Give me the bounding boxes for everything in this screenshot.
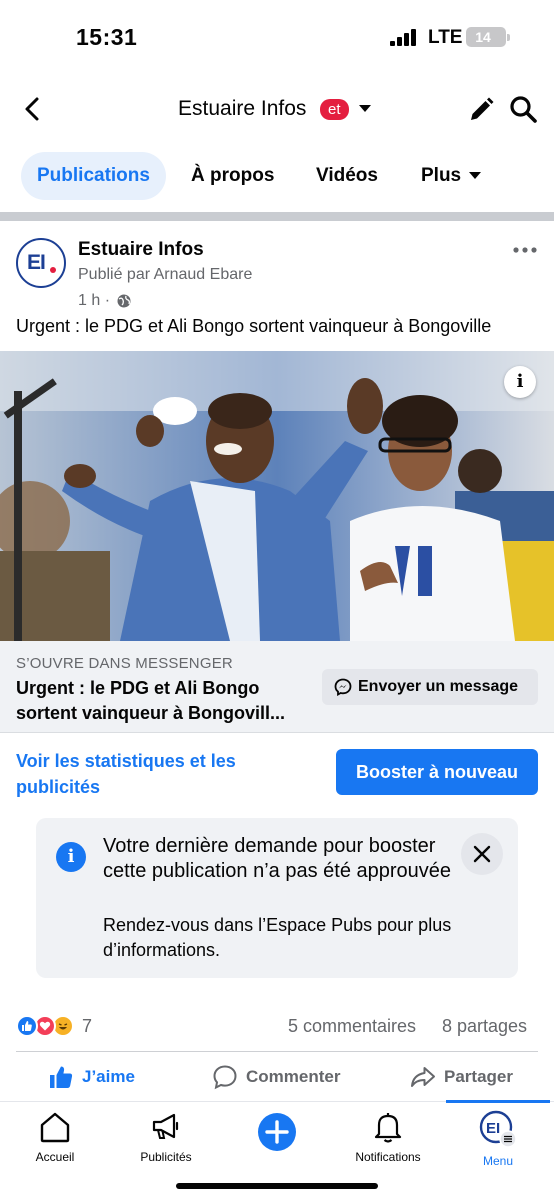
tab-publications[interactable]: Publications: [21, 152, 166, 200]
share-arrow-icon: [411, 1067, 435, 1087]
nav-notifications[interactable]: Notifications: [333, 1110, 443, 1164]
nav-menu[interactable]: EI Menu: [443, 1110, 553, 1168]
reaction-count[interactable]: 7: [82, 1016, 92, 1037]
pencil-icon[interactable]: [466, 95, 496, 125]
globe-icon: [117, 294, 131, 308]
avatar[interactable]: EI: [16, 238, 66, 288]
close-icon[interactable]: [461, 833, 503, 875]
share-label: Partager: [444, 1067, 513, 1086]
link-source: S’OUVRE DANS MESSENGER: [16, 655, 233, 672]
battery-level: 14: [475, 29, 491, 45]
post-image[interactable]: [0, 351, 554, 641]
share-button[interactable]: Partager: [410, 1062, 513, 1092]
page-header: Estuaire Infos et: [0, 80, 554, 140]
section-divider: [0, 212, 554, 221]
boost-again-button[interactable]: Booster à nouveau: [336, 749, 538, 795]
notice-title: Votre dernière demande pour booster cett…: [103, 835, 452, 882]
link-title: Urgent : le PDG et Ali Bongo sortent vai…: [16, 678, 286, 723]
nav-notifications-label: Notifications: [355, 1150, 421, 1164]
status-bar: 15:31 LTE 14: [0, 0, 554, 76]
messenger-icon: [334, 678, 352, 696]
tab-more[interactable]: Plus: [421, 152, 482, 200]
tab-more-label: Plus: [421, 165, 462, 186]
notice-body[interactable]: Rendez-vous dans l’Espace Pubs pour plus…: [103, 913, 463, 963]
profile-menu-icon: EI: [479, 1110, 517, 1148]
link-card[interactable]: S’OUVRE DANS MESSENGER Urgent : le PDG e…: [0, 641, 554, 733]
chevron-down-icon[interactable]: [359, 105, 371, 112]
signal-icon: [390, 28, 420, 46]
home-icon: [40, 1112, 70, 1143]
comment-button[interactable]: Commenter: [212, 1062, 340, 1092]
tab-videos[interactable]: Vidéos: [316, 152, 378, 200]
nav-create[interactable]: [222, 1110, 332, 1152]
comment-icon: [213, 1065, 237, 1090]
network-type: LTE: [428, 27, 463, 48]
actions-divider: [16, 1051, 538, 1052]
create-plus-icon: [258, 1113, 296, 1151]
nav-ads-label: Publicités: [140, 1150, 192, 1164]
post-published-by: Publié par Arnaud Ebare: [78, 266, 253, 283]
like-reaction-icon: [16, 1015, 38, 1037]
megaphone-icon: [152, 1113, 179, 1139]
info-icon: i: [56, 842, 86, 872]
page-title[interactable]: Estuaire Infos: [178, 97, 306, 121]
nav-ads[interactable]: Publicités: [111, 1110, 221, 1164]
avatar-letters: EI: [27, 251, 46, 274]
bell-icon: [374, 1113, 402, 1143]
like-label: J’aime: [82, 1067, 135, 1086]
nav-menu-label: Menu: [482, 1154, 514, 1168]
page-tabs: Publications À propos Vidéos Plus: [0, 152, 554, 202]
battery-icon: 14: [466, 27, 510, 47]
status-time: 15:31: [76, 24, 138, 50]
tab-about[interactable]: À propos: [191, 152, 274, 200]
search-icon[interactable]: [508, 94, 538, 124]
shares-count[interactable]: 8 partages: [442, 1016, 527, 1037]
like-button[interactable]: J’aime: [48, 1062, 135, 1092]
nav-active-indicator: [446, 1100, 550, 1103]
svg-text:EI: EI: [486, 1120, 500, 1137]
more-options-icon[interactable]: [512, 244, 538, 256]
stats-link[interactable]: Voir les statistiques et les publicités: [16, 748, 286, 800]
avatar-dot: [50, 267, 56, 273]
post-author[interactable]: Estuaire Infos: [78, 239, 204, 261]
nav-home-label: Accueil: [35, 1150, 75, 1164]
post-text: Urgent : le PDG et Ali Bongo sortent vai…: [16, 316, 492, 336]
chevron-down-icon: [469, 172, 482, 180]
send-message-label: Envoyer un message: [358, 678, 519, 695]
comments-count[interactable]: 5 commentaires: [288, 1016, 416, 1037]
home-indicator: [176, 1183, 378, 1189]
boost-rejected-notice: i Votre dernière demande pour booster ce…: [36, 818, 518, 978]
post-time[interactable]: 1 h ·: [78, 292, 110, 310]
send-message-button[interactable]: Envoyer un message: [322, 669, 538, 705]
language-badge[interactable]: et: [320, 99, 349, 120]
thumbs-up-icon: [50, 1066, 73, 1088]
info-icon[interactable]: i: [504, 366, 536, 398]
comment-label: Commenter: [246, 1067, 341, 1086]
nav-home[interactable]: Accueil: [0, 1110, 110, 1164]
back-icon[interactable]: [18, 94, 48, 124]
